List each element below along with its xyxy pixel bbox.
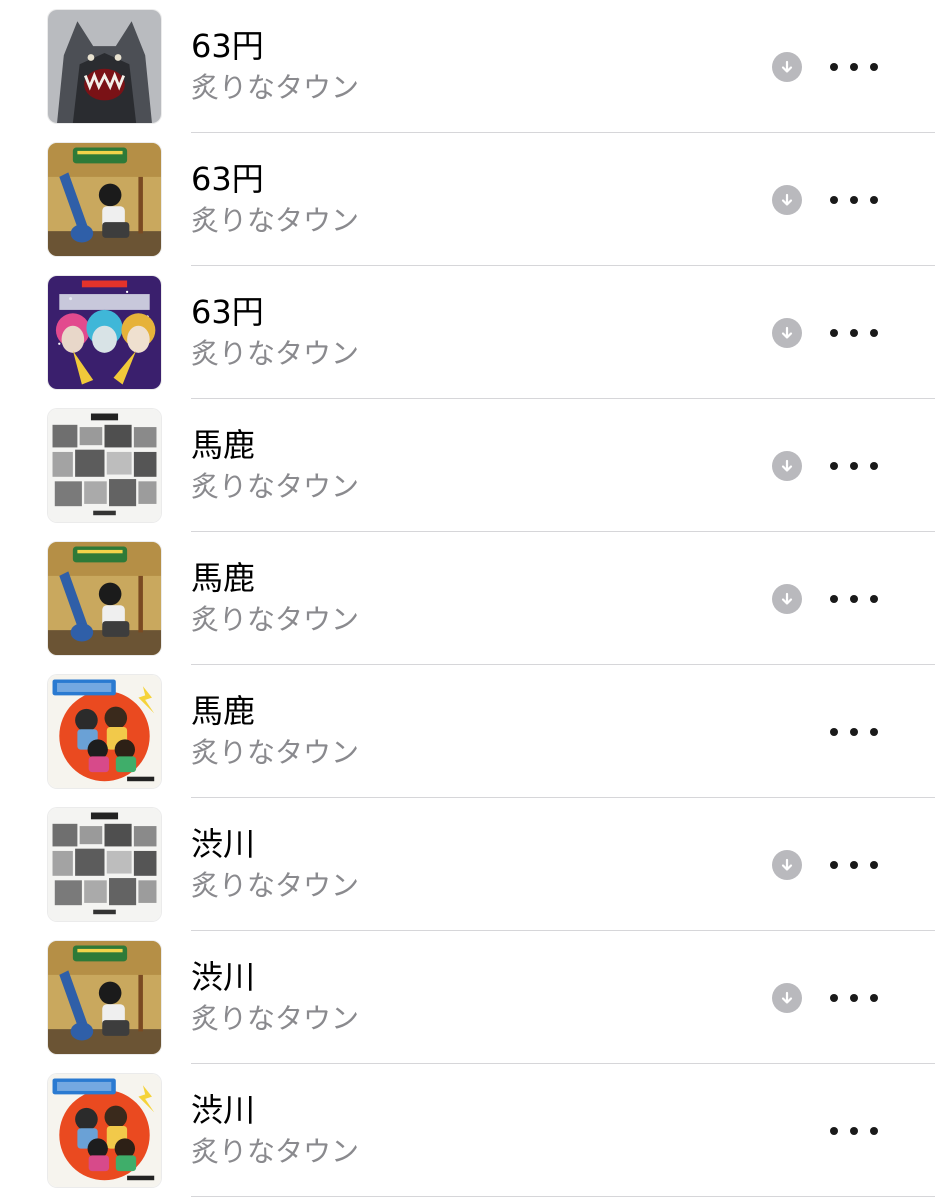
song-row[interactable]: 63円炙りなタウン <box>0 0 935 133</box>
song-row[interactable]: 63円炙りなタウン <box>0 133 935 266</box>
album-artwork <box>48 675 161 788</box>
album-artwork <box>48 409 161 522</box>
more-options-icon[interactable] <box>830 451 878 481</box>
album-artwork <box>48 276 161 389</box>
song-artist: 炙りなタウン <box>191 204 360 237</box>
album-artwork <box>48 10 161 123</box>
more-options-icon[interactable] <box>830 850 878 880</box>
song-list: 63円 炙りなタウン 63円 炙りなタウン 63円 炙りなタウン 馬鹿 炙りなタ… <box>0 0 935 1197</box>
song-title: 63円 <box>191 27 264 65</box>
album-artwork <box>48 808 161 921</box>
song-artist: 炙りなタウン <box>191 869 360 902</box>
song-title: 渋川 <box>191 1091 256 1129</box>
song-artist: 炙りなタウン <box>191 1135 360 1168</box>
download-icon[interactable] <box>772 451 802 481</box>
download-icon[interactable] <box>772 850 802 880</box>
download-icon[interactable] <box>772 584 802 614</box>
song-row[interactable]: 馬鹿 炙りなタウン <box>0 665 935 798</box>
song-row[interactable]: 馬鹿 炙りなタウン <box>0 399 935 532</box>
song-artist: 炙りなタウン <box>191 337 360 370</box>
song-artist: 炙りなタウン <box>191 736 360 769</box>
album-artwork <box>48 143 161 256</box>
song-row[interactable]: 馬鹿 炙りなタウン <box>0 532 935 665</box>
album-artwork <box>48 542 161 655</box>
album-artwork <box>48 941 161 1054</box>
song-row[interactable]: 渋川 炙りなタウン <box>0 931 935 1064</box>
album-artwork <box>48 1074 161 1187</box>
row-separator <box>191 1196 935 1197</box>
song-artist: 炙りなタウン <box>191 71 360 104</box>
song-row[interactable]: 63円炙りなタウン <box>0 266 935 399</box>
song-title: 馬鹿 <box>191 559 256 597</box>
more-options-icon[interactable] <box>830 1116 878 1146</box>
song-artist: 炙りなタウン <box>191 1002 360 1035</box>
more-options-icon[interactable] <box>830 717 878 747</box>
song-title: 渋川 <box>191 825 256 863</box>
download-icon[interactable] <box>772 318 802 348</box>
song-title: 馬鹿 <box>191 692 256 730</box>
song-title: 63円 <box>191 293 264 331</box>
download-icon[interactable] <box>772 983 802 1013</box>
song-artist: 炙りなタウン <box>191 603 360 636</box>
more-options-icon[interactable] <box>830 584 878 614</box>
song-artist: 炙りなタウン <box>191 470 360 503</box>
download-icon[interactable] <box>772 185 802 215</box>
more-options-icon[interactable] <box>830 983 878 1013</box>
song-title: 馬鹿 <box>191 426 256 464</box>
song-row[interactable]: 渋川 炙りなタウン <box>0 798 935 931</box>
more-options-icon[interactable] <box>830 185 878 215</box>
download-icon[interactable] <box>772 52 802 82</box>
song-title: 渋川 <box>191 958 256 996</box>
song-row[interactable]: 渋川 炙りなタウン <box>0 1064 935 1197</box>
more-options-icon[interactable] <box>830 52 878 82</box>
more-options-icon[interactable] <box>830 318 878 348</box>
song-title: 63円 <box>191 160 264 198</box>
